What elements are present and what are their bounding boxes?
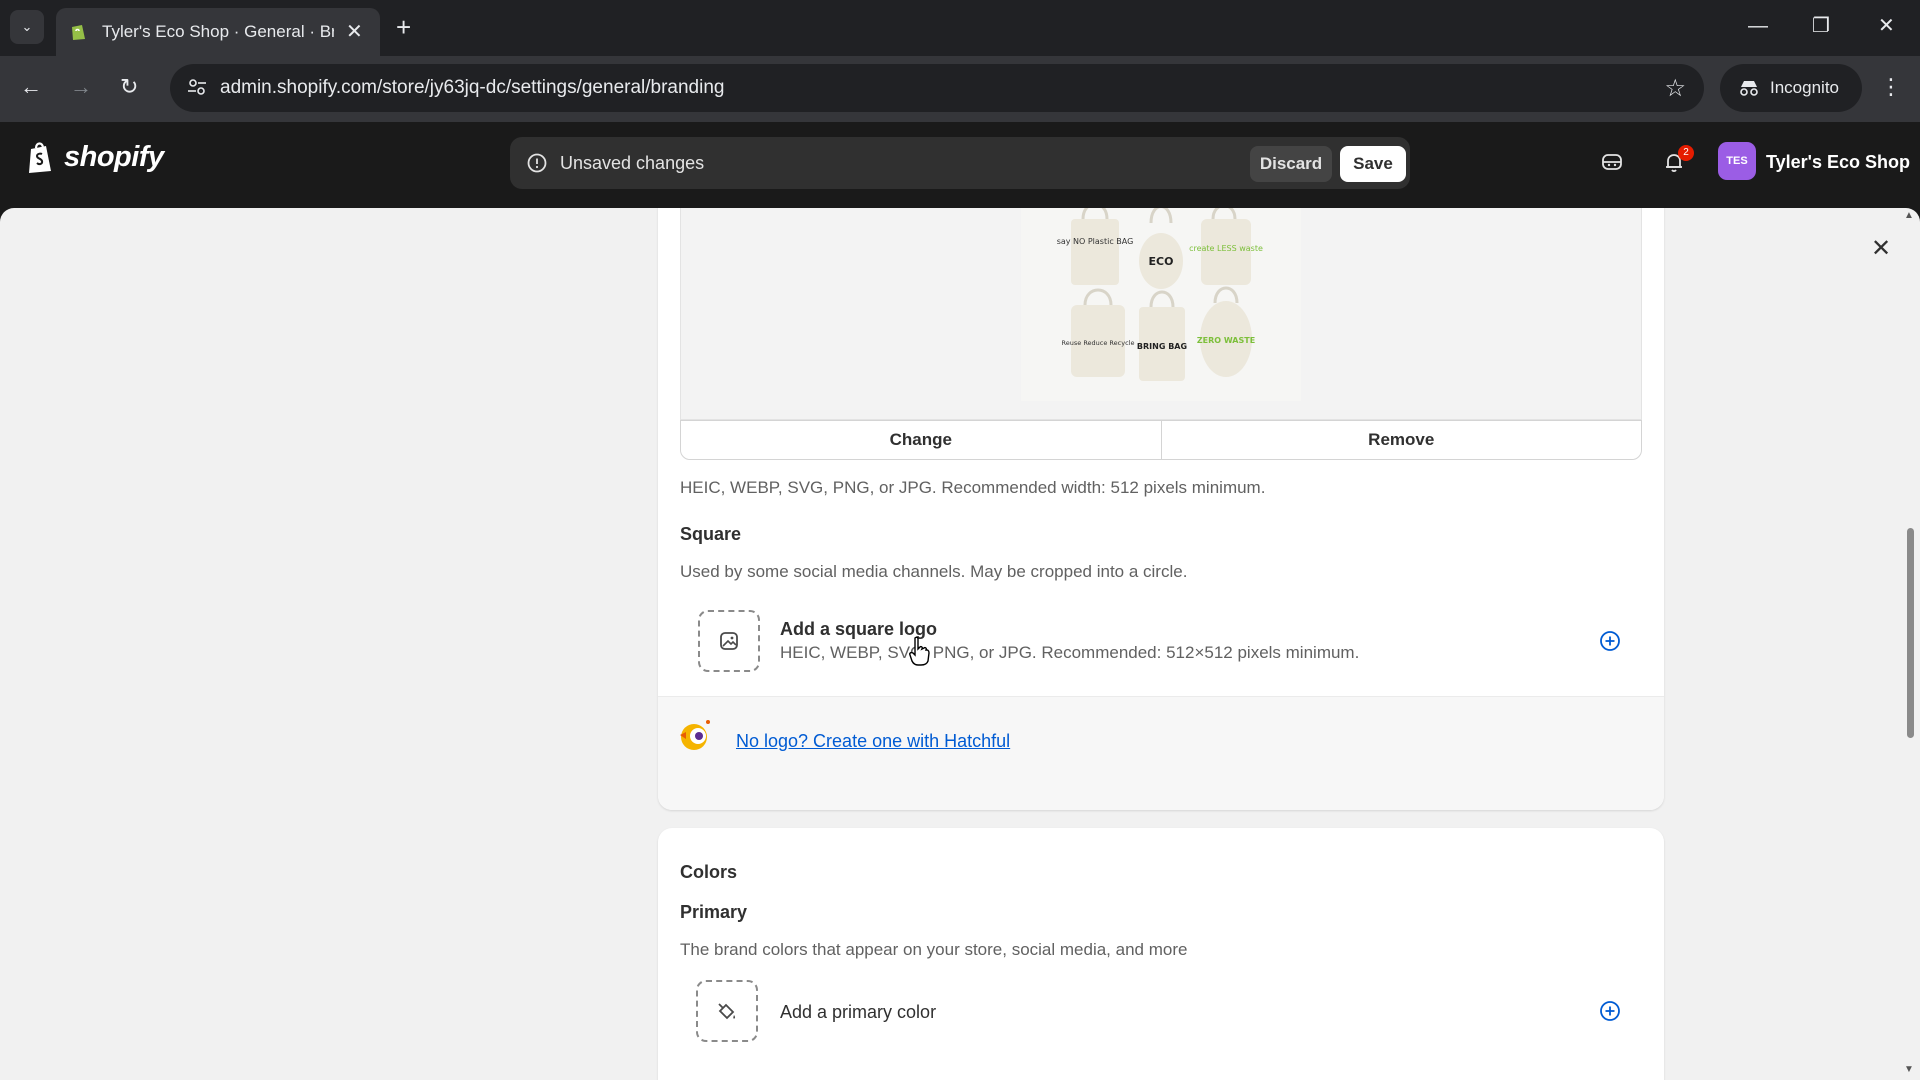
square-logo-dropzone[interactable]	[698, 610, 760, 672]
tab-close-icon[interactable]: ✕	[346, 22, 363, 42]
add-square-logo-hint: HEIC, WEBP, SVG, PNG, or JPG. Recommende…	[780, 643, 1360, 662]
add-primary-color-label[interactable]: Add a primary color	[780, 1002, 936, 1023]
shopify-topbar: shopify Unsaved changes Discard Save 2 T…	[0, 122, 1920, 202]
store-name[interactable]: Tyler's Eco Shop	[1766, 152, 1910, 173]
svg-text:BRING BAG: BRING BAG	[1137, 342, 1187, 351]
forward-icon[interactable]: →	[70, 74, 92, 100]
colors-description: The brand colors that appear on your sto…	[680, 940, 1188, 959]
hatchful-link[interactable]: No logo? Create one with Hatchful	[736, 731, 1010, 752]
save-button[interactable]: Save	[1340, 146, 1406, 182]
logo-actions: Change Remove	[680, 420, 1642, 460]
shopify-wordmark: shopify	[64, 140, 164, 173]
logo-preview: say NO Plastic BAG ECO create LESS waste	[680, 208, 1642, 420]
primary-subheading: Primary	[680, 902, 748, 922]
incognito-label: Incognito	[1770, 78, 1839, 97]
logo-preview-image: say NO Plastic BAG ECO create LESS waste	[1021, 208, 1301, 401]
remove-logo-button[interactable]: Remove	[1161, 421, 1641, 459]
svg-text:ZERO WASTE: ZERO WASTE	[1197, 336, 1255, 345]
add-primary-color-plus-icon[interactable]	[1598, 999, 1622, 1023]
change-logo-button[interactable]: Change	[681, 421, 1162, 459]
svg-text:create LESS waste: create LESS waste	[1189, 244, 1263, 253]
window-close-icon[interactable]: ✕	[1878, 14, 1895, 38]
shopify-logo[interactable]: shopify	[26, 140, 164, 174]
main-content: ✕ ▲ ▼ say NO Plastic BAG ECO create LESS…	[0, 208, 1920, 1080]
square-heading: Square	[680, 524, 742, 544]
notification-badge: 2	[1678, 145, 1694, 161]
restore-icon[interactable]: ❐	[1812, 14, 1830, 38]
colors-card: Colors Primary The brand colors that app…	[658, 828, 1664, 1080]
unsaved-changes-text: Unsaved changes	[560, 153, 705, 173]
colors-heading: Colors	[680, 862, 738, 882]
logo-card: say NO Plastic BAG ECO create LESS waste	[658, 208, 1664, 810]
scroll-down-arrow[interactable]: ▼	[1904, 1064, 1914, 1075]
site-info-icon[interactable]	[186, 76, 208, 98]
browser-tab-strip: ⌄ Tyler's Eco Shop · General · Branding …	[0, 0, 1920, 56]
url-text: admin.shopify.com/store/jy63jq-dc/settin…	[220, 77, 725, 98]
svg-text:say NO Plastic BAG: say NO Plastic BAG	[1057, 237, 1134, 246]
tab-title: Tyler's Eco Shop · General · Branding	[102, 22, 334, 41]
shopify-favicon-icon	[72, 25, 85, 40]
scroll-up-arrow[interactable]: ▲	[1904, 210, 1914, 221]
hatchful-banner: No logo? Create one with Hatchful	[658, 696, 1664, 810]
browser-menu-icon[interactable]: ⋮	[1880, 74, 1902, 100]
logo-format-hint: HEIC, WEBP, SVG, PNG, or JPG. Recommende…	[680, 478, 1266, 497]
browser-toolbar: ← → ↻ admin.shopify.com/store/jy63jq-dc/…	[0, 56, 1920, 122]
image-icon	[720, 632, 738, 650]
back-icon[interactable]: ←	[20, 74, 42, 100]
incognito-icon	[1740, 81, 1758, 96]
shopify-bag-icon	[29, 142, 51, 173]
primary-color-dropzone[interactable]	[696, 980, 758, 1042]
address-bar[interactable]: admin.shopify.com/store/jy63jq-dc/settin…	[170, 64, 1704, 112]
square-description: Used by some social media channels. May …	[680, 562, 1188, 581]
contextual-save-bar: Unsaved changes Discard Save	[510, 137, 1410, 189]
incognito-indicator[interactable]: Incognito	[1720, 64, 1862, 112]
minimize-icon[interactable]: —	[1748, 14, 1768, 38]
bookmark-star-icon[interactable]: ☆	[1664, 74, 1686, 103]
hand-cursor-icon	[909, 636, 930, 666]
alert-circle-icon	[527, 153, 547, 173]
paint-bucket-icon	[718, 1003, 736, 1020]
tab-search-button[interactable]: ⌄	[10, 10, 44, 44]
discard-button[interactable]: Discard	[1250, 146, 1332, 182]
store-avatar[interactable]: TES	[1718, 142, 1756, 180]
sidekick-chat-icon[interactable]	[1600, 150, 1624, 174]
scrollbar-thumb[interactable]	[1907, 528, 1914, 738]
browser-tab[interactable]: Tyler's Eco Shop · General · Branding ✕	[56, 8, 380, 56]
reload-icon[interactable]: ↻	[120, 74, 138, 100]
close-settings-icon[interactable]: ✕	[1864, 232, 1898, 266]
svg-text:Reuse Reduce Recycle: Reuse Reduce Recycle	[1062, 339, 1135, 347]
svg-text:ECO: ECO	[1149, 255, 1174, 268]
new-tab-icon[interactable]: +	[396, 12, 411, 42]
add-square-logo-plus-icon[interactable]	[1598, 629, 1622, 653]
hatchful-chick-icon	[680, 720, 710, 750]
